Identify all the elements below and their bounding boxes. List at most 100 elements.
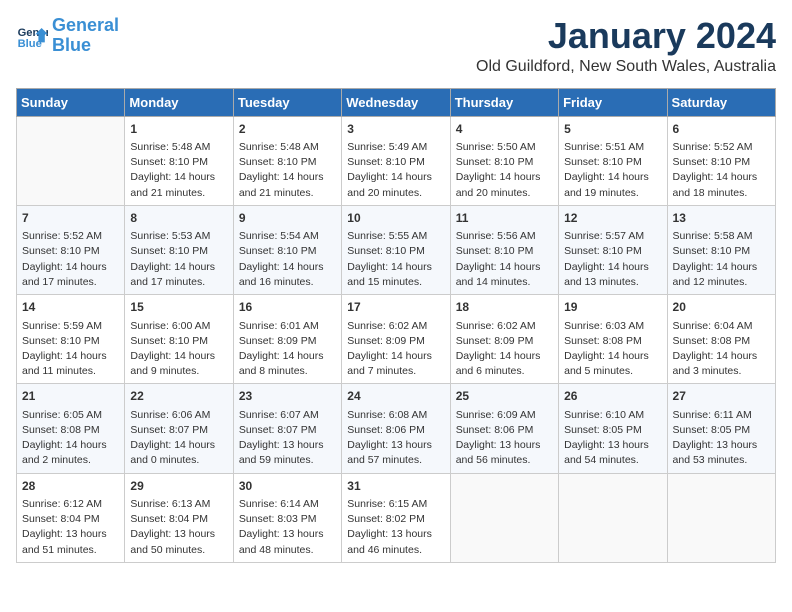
day-number: 18 — [456, 299, 553, 316]
cell-content-line: and 3 minutes. — [673, 364, 770, 379]
cell-content-line: Sunset: 8:07 PM — [239, 423, 336, 438]
day-number: 2 — [239, 121, 336, 138]
calendar-cell: 20Sunrise: 6:04 AMSunset: 8:08 PMDayligh… — [667, 295, 775, 384]
cell-content-line: Sunrise: 6:08 AM — [347, 408, 444, 423]
day-number: 6 — [673, 121, 770, 138]
cell-content-line: and 16 minutes. — [239, 275, 336, 290]
cell-content-line: Sunset: 8:10 PM — [564, 155, 661, 170]
day-number: 19 — [564, 299, 661, 316]
cell-content-line: Sunrise: 6:12 AM — [22, 497, 119, 512]
cell-content-line: and 19 minutes. — [564, 186, 661, 201]
cell-content-line: Daylight: 13 hours — [239, 438, 336, 453]
cell-content-line: Daylight: 14 hours — [130, 170, 227, 185]
cell-content-line: Daylight: 14 hours — [22, 260, 119, 275]
day-number: 17 — [347, 299, 444, 316]
cell-content-line: Sunset: 8:08 PM — [22, 423, 119, 438]
calendar-cell: 1Sunrise: 5:48 AMSunset: 8:10 PMDaylight… — [125, 116, 233, 205]
cell-content-line: and 17 minutes. — [22, 275, 119, 290]
cell-content-line: Sunset: 8:10 PM — [673, 155, 770, 170]
cell-content-line: Daylight: 14 hours — [456, 260, 553, 275]
calendar-cell: 18Sunrise: 6:02 AMSunset: 8:09 PMDayligh… — [450, 295, 558, 384]
cell-content-line: Sunset: 8:10 PM — [130, 334, 227, 349]
calendar-cell: 24Sunrise: 6:08 AMSunset: 8:06 PMDayligh… — [342, 384, 450, 473]
cell-content-line: and 0 minutes. — [130, 453, 227, 468]
day-number: 14 — [22, 299, 119, 316]
cell-content-line: Sunrise: 6:02 AM — [456, 319, 553, 334]
day-number: 11 — [456, 210, 553, 227]
cell-content-line: Sunset: 8:10 PM — [673, 244, 770, 259]
header-row: SundayMondayTuesdayWednesdayThursdayFrid… — [17, 88, 776, 116]
calendar-cell: 14Sunrise: 5:59 AMSunset: 8:10 PMDayligh… — [17, 295, 125, 384]
cell-content-line: Daylight: 14 hours — [673, 260, 770, 275]
cell-content-line: Daylight: 13 hours — [130, 527, 227, 542]
calendar-week-2: 7Sunrise: 5:52 AMSunset: 8:10 PMDaylight… — [17, 205, 776, 294]
cell-content-line: Daylight: 14 hours — [347, 260, 444, 275]
cell-content-line: and 7 minutes. — [347, 364, 444, 379]
day-number: 21 — [22, 388, 119, 405]
calendar-table: SundayMondayTuesdayWednesdayThursdayFrid… — [16, 88, 776, 563]
cell-content-line: Sunrise: 6:06 AM — [130, 408, 227, 423]
cell-content-line: Daylight: 14 hours — [673, 170, 770, 185]
cell-content-line: and 5 minutes. — [564, 364, 661, 379]
day-number: 7 — [22, 210, 119, 227]
cell-content-line: Sunrise: 5:55 AM — [347, 229, 444, 244]
calendar-cell: 30Sunrise: 6:14 AMSunset: 8:03 PMDayligh… — [233, 473, 341, 562]
cell-content-line: Sunrise: 5:57 AM — [564, 229, 661, 244]
cell-content-line: Sunrise: 6:14 AM — [239, 497, 336, 512]
cell-content-line: and 18 minutes. — [673, 186, 770, 201]
calendar-cell: 7Sunrise: 5:52 AMSunset: 8:10 PMDaylight… — [17, 205, 125, 294]
day-number: 13 — [673, 210, 770, 227]
svg-text:Blue: Blue — [18, 38, 42, 50]
cell-content-line: Daylight: 14 hours — [564, 260, 661, 275]
cell-content-line: Daylight: 13 hours — [22, 527, 119, 542]
day-number: 28 — [22, 478, 119, 495]
cell-content-line: Daylight: 14 hours — [130, 438, 227, 453]
calendar-cell: 11Sunrise: 5:56 AMSunset: 8:10 PMDayligh… — [450, 205, 558, 294]
page-header: General Blue GeneralBlue January 2024 Ol… — [16, 16, 776, 76]
cell-content-line: and 21 minutes. — [239, 186, 336, 201]
cell-content-line: Sunrise: 6:13 AM — [130, 497, 227, 512]
cell-content-line: Sunset: 8:05 PM — [673, 423, 770, 438]
cell-content-line: and 17 minutes. — [130, 275, 227, 290]
cell-content-line: Daylight: 13 hours — [239, 527, 336, 542]
cell-content-line: Sunset: 8:06 PM — [456, 423, 553, 438]
cell-content-line: and 14 minutes. — [456, 275, 553, 290]
day-number: 29 — [130, 478, 227, 495]
cell-content-line: Sunset: 8:10 PM — [239, 155, 336, 170]
cell-content-line: Daylight: 14 hours — [130, 349, 227, 364]
day-number: 23 — [239, 388, 336, 405]
calendar-cell — [450, 473, 558, 562]
day-number: 22 — [130, 388, 227, 405]
cell-content-line: and 56 minutes. — [456, 453, 553, 468]
cell-content-line: Sunrise: 5:50 AM — [456, 140, 553, 155]
cell-content-line: Sunset: 8:10 PM — [347, 155, 444, 170]
day-number: 31 — [347, 478, 444, 495]
cell-content-line: Sunrise: 5:54 AM — [239, 229, 336, 244]
calendar-cell: 9Sunrise: 5:54 AMSunset: 8:10 PMDaylight… — [233, 205, 341, 294]
cell-content-line: Sunset: 8:10 PM — [130, 155, 227, 170]
day-number: 30 — [239, 478, 336, 495]
cell-content-line: Daylight: 13 hours — [673, 438, 770, 453]
calendar-cell: 8Sunrise: 5:53 AMSunset: 8:10 PMDaylight… — [125, 205, 233, 294]
calendar-cell: 23Sunrise: 6:07 AMSunset: 8:07 PMDayligh… — [233, 384, 341, 473]
cell-content-line: Daylight: 14 hours — [22, 438, 119, 453]
cell-content-line: Sunrise: 6:15 AM — [347, 497, 444, 512]
calendar-cell: 17Sunrise: 6:02 AMSunset: 8:09 PMDayligh… — [342, 295, 450, 384]
calendar-cell: 29Sunrise: 6:13 AMSunset: 8:04 PMDayligh… — [125, 473, 233, 562]
cell-content-line: Daylight: 14 hours — [456, 170, 553, 185]
calendar-cell: 27Sunrise: 6:11 AMSunset: 8:05 PMDayligh… — [667, 384, 775, 473]
day-header-saturday: Saturday — [667, 88, 775, 116]
calendar-week-3: 14Sunrise: 5:59 AMSunset: 8:10 PMDayligh… — [17, 295, 776, 384]
calendar-title: January 2024 — [476, 16, 776, 56]
calendar-cell — [17, 116, 125, 205]
cell-content-line: Daylight: 14 hours — [239, 170, 336, 185]
day-number: 1 — [130, 121, 227, 138]
day-number: 15 — [130, 299, 227, 316]
cell-content-line: Daylight: 14 hours — [564, 170, 661, 185]
cell-content-line: and 57 minutes. — [347, 453, 444, 468]
cell-content-line: Daylight: 14 hours — [239, 260, 336, 275]
cell-content-line: Daylight: 14 hours — [130, 260, 227, 275]
day-header-monday: Monday — [125, 88, 233, 116]
cell-content-line: Sunset: 8:10 PM — [347, 244, 444, 259]
calendar-cell: 10Sunrise: 5:55 AMSunset: 8:10 PMDayligh… — [342, 205, 450, 294]
